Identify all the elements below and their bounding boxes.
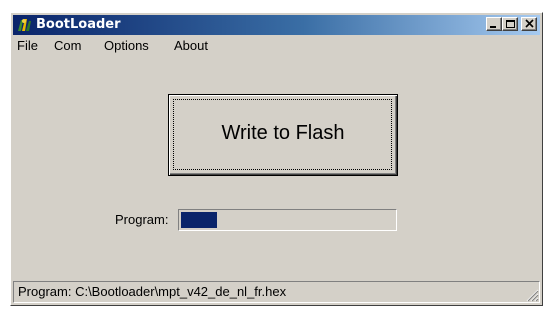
write-to-flash-button[interactable]: Write to Flash — [168, 94, 398, 176]
maximize-button[interactable] — [502, 17, 518, 31]
menu-options[interactable]: Options — [104, 38, 149, 54]
bootloader-window: BootLoader File Com Options About Write … — [10, 12, 543, 306]
maximize-icon — [506, 20, 515, 28]
bootloader-app-icon[interactable] — [16, 17, 32, 33]
menu-bar: File Com Options About — [13, 36, 540, 55]
write-to-flash-label: Write to Flash — [221, 122, 345, 144]
window-title: BootLoader — [36, 17, 121, 32]
minimize-button[interactable] — [486, 17, 502, 31]
program-progress-bar — [178, 209, 397, 231]
minimize-icon — [490, 26, 496, 28]
status-text: Program: C:\Bootloader\mpt_v42_de_nl_fr.… — [18, 284, 287, 299]
close-button[interactable] — [521, 17, 537, 31]
menu-file[interactable]: File — [17, 38, 38, 54]
title-bar[interactable]: BootLoader — [13, 15, 540, 35]
menu-about[interactable]: About — [174, 38, 208, 54]
program-label: Program: — [115, 212, 169, 227]
close-icon — [525, 19, 534, 28]
menu-com[interactable]: Com — [54, 38, 81, 54]
status-bar: Program: C:\Bootloader\mpt_v42_de_nl_fr.… — [13, 281, 540, 303]
resize-grip-icon[interactable] — [525, 288, 539, 302]
progress-fill — [181, 212, 217, 228]
